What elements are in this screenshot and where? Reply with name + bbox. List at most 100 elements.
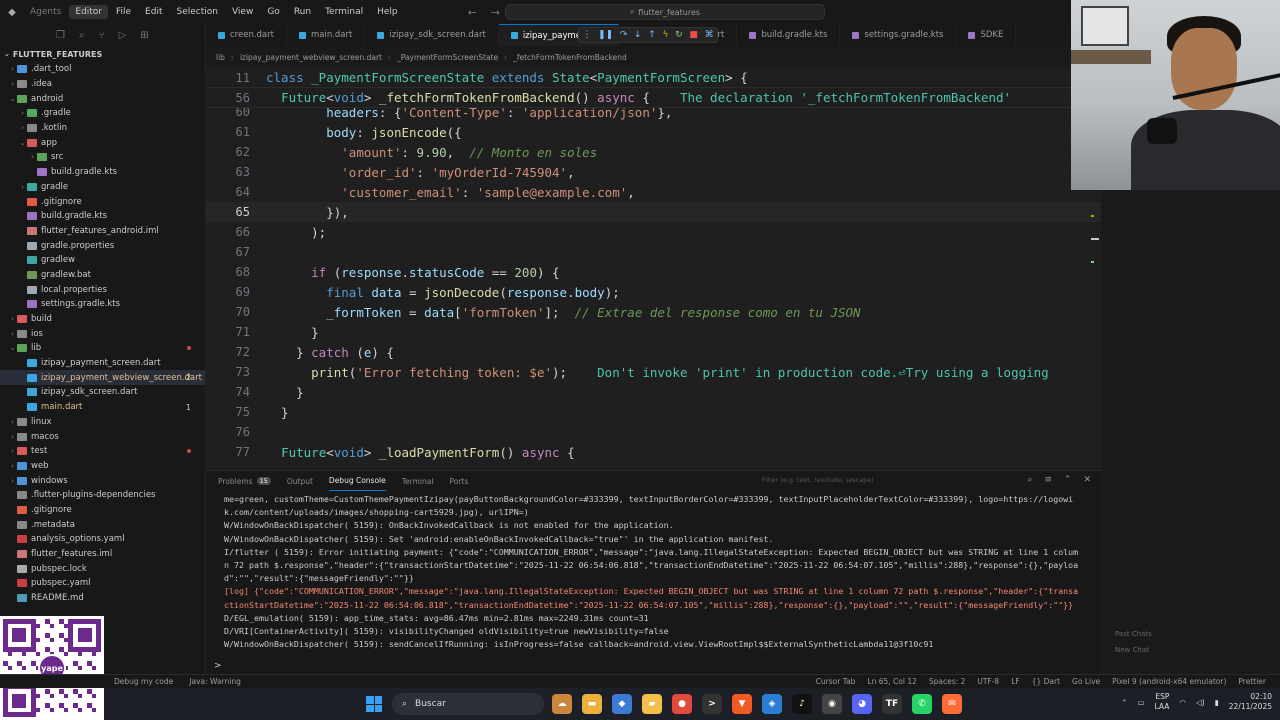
menu-item-editor[interactable]: Editor [69,5,108,19]
copilot-icon[interactable]: ◆ [612,694,632,714]
editor-tab[interactable]: izipay_sdk_screen.dart [365,24,499,46]
status-item[interactable]: UTF-8 [977,677,999,686]
status-item[interactable]: Java: Warning [189,677,241,686]
tree-item[interactable]: › gradle [0,180,205,195]
editor-tab[interactable]: main.dart [287,24,366,46]
console-filter-input[interactable]: Filter (e.g. text, !exclude, \escape) [762,476,874,484]
tree-item[interactable]: flutter_features.iml [0,547,205,562]
run-debug-icon[interactable]: ▷ [119,30,127,41]
close-icon[interactable]: ✕ [1083,475,1091,485]
tree-item[interactable]: › .idea [0,77,205,92]
tree-item[interactable]: › ios [0,326,205,341]
widgets-icon[interactable]: ☁ [552,694,572,714]
editor-tab[interactable]: build.gradle.kts [737,24,841,46]
workspace-title[interactable]: ⌄ FLUTTER_FEATURES [0,46,205,62]
status-item[interactable]: Debug my code [114,677,173,686]
step-into-icon[interactable]: ↓ [634,30,642,40]
filter-icon[interactable]: ⌕ [1027,475,1032,485]
tree-item[interactable]: › web [0,459,205,474]
language-indicator[interactable]: ESP LAA [1155,692,1170,712]
tree-item[interactable]: › build [0,312,205,327]
search-files-icon[interactable]: ⌕ [79,30,85,41]
drag-handle-icon[interactable]: ⋮ [582,30,591,40]
panel-tab-problems[interactable]: Problems 15 [218,471,271,491]
tree-item[interactable]: build.gradle.kts [0,165,205,180]
power-icon[interactable]: ▮ [1215,698,1219,707]
editor-tab[interactable]: creen.dart [206,24,287,46]
tree-item[interactable]: README.md [0,591,205,606]
hot-reload-icon[interactable]: ϟ [663,30,669,40]
panel-tab-ports[interactable]: Ports [449,471,468,491]
panel-tab-debug-console[interactable]: Debug Console [328,471,386,491]
panel-tab-output[interactable]: Output [287,471,313,491]
github-icon[interactable]: ◉ [822,694,842,714]
menu-item-terminal[interactable]: Terminal [319,5,369,19]
volume-icon[interactable]: ◁) [1196,698,1205,707]
tree-item[interactable]: ⌄ lib [0,341,205,356]
status-item[interactable]: Pixel 9 (android-x64 emulator) [1112,677,1226,686]
tree-item[interactable]: gradle.properties [0,238,205,253]
stop-icon[interactable]: ■ [689,30,698,40]
tree-item[interactable]: .gitignore [0,503,205,518]
console-prompt[interactable]: > [214,661,222,671]
tree-item[interactable]: › test [0,444,205,459]
terminal-icon[interactable]: > [702,694,722,714]
tree-item[interactable]: gradlew.bat [0,268,205,283]
menu-item-agents[interactable]: Agents [24,5,67,19]
tree-item[interactable]: › src [0,150,205,165]
menu-item-edit[interactable]: Edit [139,5,168,19]
breadcrumb-item[interactable]: lib [216,53,225,62]
tree-item[interactable]: pubspec.yaml [0,576,205,591]
tree-item[interactable]: › macos [0,429,205,444]
source-control-icon[interactable]: ⑂ [99,30,105,41]
status-item[interactable]: Go Live [1072,677,1100,686]
status-item[interactable]: LF [1011,677,1020,686]
files-icon[interactable]: ❐ [56,30,65,41]
menu-item-go[interactable]: Go [261,5,285,19]
clock[interactable]: 02:10 22/11/2025 [1229,692,1272,712]
file-explorer-icon[interactable]: ▬ [582,694,602,714]
status-item[interactable]: Spaces: 2 [929,677,965,686]
tree-item[interactable]: settings.gradle.kts [0,297,205,312]
tree-item[interactable]: izipay_payment_screen.dart [0,356,205,371]
tray-chevron-icon[interactable]: ⌃ [1121,698,1127,707]
menu-item-run[interactable]: Run [288,5,317,19]
tree-item[interactable]: .flutter-plugins-dependencies [0,488,205,503]
vscode-icon[interactable]: ◈ [762,694,782,714]
taskbar-search[interactable]: ⌕ Buscar [392,693,544,715]
tree-item[interactable]: build.gradle.kts [0,209,205,224]
start-button[interactable] [366,696,382,712]
discord-icon[interactable]: ◕ [852,694,872,714]
tree-item[interactable]: flutter_features_android.iml [0,224,205,239]
tree-item[interactable]: gradlew [0,253,205,268]
restart-icon[interactable]: ↻ [675,30,683,40]
tree-item[interactable]: izipay_payment_webview_screen.dart 2 [0,370,205,386]
tree-item[interactable]: pubspec.lock [0,561,205,576]
status-item[interactable]: Prettier [1238,677,1266,686]
step-out-icon[interactable]: ↑ [648,30,656,40]
postman-icon[interactable]: ✉ [942,694,962,714]
editor-tab[interactable]: settings.gradle.kts [840,24,957,46]
status-item[interactable]: Cursor Tab [816,677,856,686]
menu-item-selection[interactable]: Selection [170,5,223,19]
devtools-icon[interactable]: ⌘ [705,30,714,40]
whatsapp-icon[interactable]: ✆ [912,694,932,714]
status-item[interactable]: {} Dart [1032,677,1060,686]
tree-item[interactable]: local.properties [0,282,205,297]
clear-console-icon[interactable]: ≡ [1044,475,1052,485]
tree-item[interactable]: › linux [0,415,205,430]
pause-icon[interactable]: ❚❚ [598,30,613,40]
brave-icon[interactable]: ▼ [732,694,752,714]
tree-item[interactable]: .gitignore [0,194,205,209]
tree-item[interactable]: izipay_sdk_screen.dart [0,385,205,400]
extensions-icon[interactable]: ⊞ [140,30,148,41]
menu-item-help[interactable]: Help [371,5,404,19]
menu-item-file[interactable]: File [110,5,137,19]
tree-item[interactable]: analysis_options.yaml [0,532,205,547]
step-over-icon[interactable]: ↷ [620,30,628,40]
tiktok-icon[interactable]: ♪ [792,694,812,714]
tree-item[interactable]: › windows [0,473,205,488]
menu-item-view[interactable]: View [226,5,259,19]
past-chats-link[interactable]: Past Chats [1115,630,1152,638]
tree-item[interactable]: ⌄ android [0,91,205,106]
